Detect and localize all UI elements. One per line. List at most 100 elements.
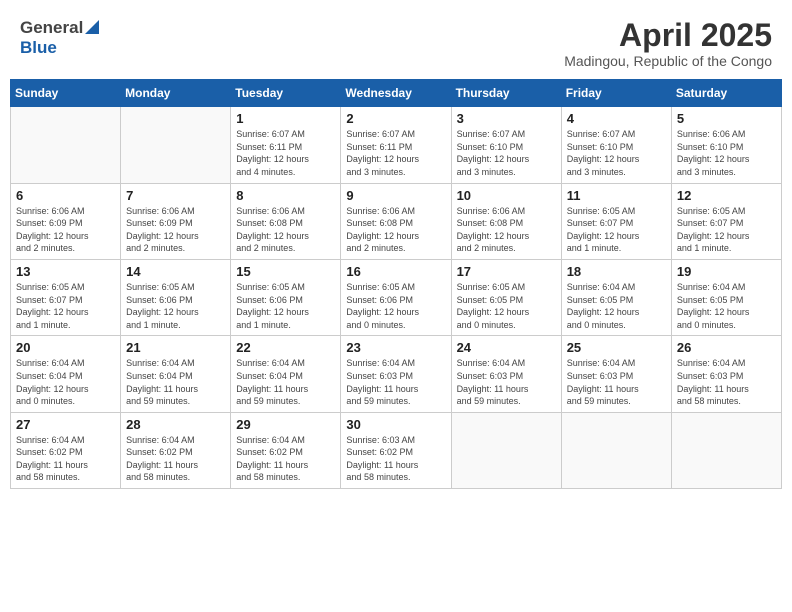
month-title: April 2025 bbox=[564, 18, 772, 53]
calendar-day-cell: 6 Sunrise: 6:06 AM Sunset: 6:09 PM Daylig… bbox=[11, 183, 121, 259]
calendar-week-row: 27 Sunrise: 6:04 AM Sunset: 6:02 PM Dayli… bbox=[11, 412, 782, 488]
calendar-day-cell: 14 Sunrise: 6:05 AM Sunset: 6:06 PM Dayli… bbox=[121, 259, 231, 335]
day-info: Sunrise: 6:04 AM Sunset: 6:03 PM Dayligh… bbox=[677, 357, 776, 407]
day-info: Sunrise: 6:06 AM Sunset: 6:09 PM Dayligh… bbox=[126, 205, 225, 255]
calendar-day-cell: 12Sunrise: 6:05 AM Sunset: 6:07 PM Dayli… bbox=[671, 183, 781, 259]
calendar-day-cell: 24Sunrise: 6:04 AM Sunset: 6:03 PM Dayli… bbox=[451, 336, 561, 412]
weekday-header-row: SundayMondayTuesdayWednesdayThursdayFrid… bbox=[11, 80, 782, 107]
day-info: Sunrise: 6:03 AM Sunset: 6:02 PM Dayligh… bbox=[346, 434, 445, 484]
day-info: Sunrise: 6:05 AM Sunset: 6:07 PM Dayligh… bbox=[677, 205, 776, 255]
calendar-week-row: 20 Sunrise: 6:04 AM Sunset: 6:04 PM Dayli… bbox=[11, 336, 782, 412]
weekday-header-saturday: Saturday bbox=[671, 80, 781, 107]
day-number: 8 bbox=[236, 188, 335, 203]
calendar-day-cell bbox=[121, 107, 231, 183]
calendar-day-cell: 9 Sunrise: 6:06 AM Sunset: 6:08 PM Daylig… bbox=[341, 183, 451, 259]
weekday-header-monday: Monday bbox=[121, 80, 231, 107]
calendar-day-cell: 27 Sunrise: 6:04 AM Sunset: 6:02 PM Dayli… bbox=[11, 412, 121, 488]
day-number: 14 bbox=[126, 264, 225, 279]
calendar-day-cell: 28 Sunrise: 6:04 AM Sunset: 6:02 PM Dayli… bbox=[121, 412, 231, 488]
calendar-day-cell bbox=[451, 412, 561, 488]
day-info: Sunrise: 6:04 AM Sunset: 6:04 PM Dayligh… bbox=[126, 357, 225, 407]
day-info: Sunrise: 6:05 AM Sunset: 6:07 PM Dayligh… bbox=[16, 281, 115, 331]
calendar-day-cell: 23Sunrise: 6:04 AM Sunset: 6:03 PM Dayli… bbox=[341, 336, 451, 412]
logo: General Blue bbox=[20, 18, 99, 58]
calendar-day-cell: 29 Sunrise: 6:04 AM Sunset: 6:02 PM Dayli… bbox=[231, 412, 341, 488]
calendar-day-cell: 4Sunrise: 6:07 AM Sunset: 6:10 PM Daylig… bbox=[561, 107, 671, 183]
day-number: 9 bbox=[346, 188, 445, 203]
day-number: 3 bbox=[457, 111, 556, 126]
calendar-day-cell: 26 Sunrise: 6:04 AM Sunset: 6:03 PM Dayli… bbox=[671, 336, 781, 412]
day-number: 28 bbox=[126, 417, 225, 432]
day-info: Sunrise: 6:04 AM Sunset: 6:02 PM Dayligh… bbox=[236, 434, 335, 484]
day-info: Sunrise: 6:07 AM Sunset: 6:11 PM Dayligh… bbox=[346, 128, 445, 178]
day-number: 20 bbox=[16, 340, 115, 355]
day-number: 17 bbox=[457, 264, 556, 279]
day-info: Sunrise: 6:05 AM Sunset: 6:06 PM Dayligh… bbox=[346, 281, 445, 331]
calendar-day-cell: 11 Sunrise: 6:05 AM Sunset: 6:07 PM Dayli… bbox=[561, 183, 671, 259]
calendar-week-row: 6 Sunrise: 6:06 AM Sunset: 6:09 PM Daylig… bbox=[11, 183, 782, 259]
day-info: Sunrise: 6:05 AM Sunset: 6:06 PM Dayligh… bbox=[236, 281, 335, 331]
calendar-day-cell: 15 Sunrise: 6:05 AM Sunset: 6:06 PM Dayli… bbox=[231, 259, 341, 335]
day-info: Sunrise: 6:07 AM Sunset: 6:11 PM Dayligh… bbox=[236, 128, 335, 178]
title-area: April 2025 Madingou, Republic of the Con… bbox=[564, 18, 772, 69]
day-info: Sunrise: 6:04 AM Sunset: 6:03 PM Dayligh… bbox=[567, 357, 666, 407]
location: Madingou, Republic of the Congo bbox=[564, 53, 772, 69]
day-number: 25 bbox=[567, 340, 666, 355]
day-number: 26 bbox=[677, 340, 776, 355]
logo-blue: Blue bbox=[20, 38, 57, 58]
calendar-day-cell bbox=[671, 412, 781, 488]
day-number: 11 bbox=[567, 188, 666, 203]
day-number: 5 bbox=[677, 111, 776, 126]
day-info: Sunrise: 6:04 AM Sunset: 6:02 PM Dayligh… bbox=[126, 434, 225, 484]
calendar-day-cell: 8 Sunrise: 6:06 AM Sunset: 6:08 PM Daylig… bbox=[231, 183, 341, 259]
day-number: 23 bbox=[346, 340, 445, 355]
calendar-table: SundayMondayTuesdayWednesdayThursdayFrid… bbox=[10, 79, 782, 489]
calendar-day-cell: 21Sunrise: 6:04 AM Sunset: 6:04 PM Dayli… bbox=[121, 336, 231, 412]
calendar-day-cell: 19Sunrise: 6:04 AM Sunset: 6:05 PM Dayli… bbox=[671, 259, 781, 335]
day-info: Sunrise: 6:04 AM Sunset: 6:04 PM Dayligh… bbox=[16, 357, 115, 407]
day-info: Sunrise: 6:07 AM Sunset: 6:10 PM Dayligh… bbox=[457, 128, 556, 178]
day-number: 10 bbox=[457, 188, 556, 203]
weekday-header-sunday: Sunday bbox=[11, 80, 121, 107]
day-number: 13 bbox=[16, 264, 115, 279]
weekday-header-thursday: Thursday bbox=[451, 80, 561, 107]
day-info: Sunrise: 6:05 AM Sunset: 6:06 PM Dayligh… bbox=[126, 281, 225, 331]
day-info: Sunrise: 6:04 AM Sunset: 6:05 PM Dayligh… bbox=[567, 281, 666, 331]
day-number: 15 bbox=[236, 264, 335, 279]
day-info: Sunrise: 6:06 AM Sunset: 6:08 PM Dayligh… bbox=[346, 205, 445, 255]
calendar-day-cell: 22 Sunrise: 6:04 AM Sunset: 6:04 PM Dayli… bbox=[231, 336, 341, 412]
day-number: 4 bbox=[567, 111, 666, 126]
day-number: 18 bbox=[567, 264, 666, 279]
day-info: Sunrise: 6:04 AM Sunset: 6:02 PM Dayligh… bbox=[16, 434, 115, 484]
calendar-day-cell: 5 Sunrise: 6:06 AM Sunset: 6:10 PM Daylig… bbox=[671, 107, 781, 183]
day-info: Sunrise: 6:06 AM Sunset: 6:08 PM Dayligh… bbox=[236, 205, 335, 255]
calendar-day-cell: 13 Sunrise: 6:05 AM Sunset: 6:07 PM Dayli… bbox=[11, 259, 121, 335]
day-info: Sunrise: 6:06 AM Sunset: 6:09 PM Dayligh… bbox=[16, 205, 115, 255]
weekday-header-wednesday: Wednesday bbox=[341, 80, 451, 107]
calendar-week-row: 1 Sunrise: 6:07 AM Sunset: 6:11 PM Daylig… bbox=[11, 107, 782, 183]
day-info: Sunrise: 6:04 AM Sunset: 6:05 PM Dayligh… bbox=[677, 281, 776, 331]
day-number: 29 bbox=[236, 417, 335, 432]
calendar-week-row: 13 Sunrise: 6:05 AM Sunset: 6:07 PM Dayli… bbox=[11, 259, 782, 335]
day-number: 1 bbox=[236, 111, 335, 126]
day-number: 30 bbox=[346, 417, 445, 432]
day-number: 24 bbox=[457, 340, 556, 355]
day-info: Sunrise: 6:04 AM Sunset: 6:04 PM Dayligh… bbox=[236, 357, 335, 407]
calendar-day-cell: 18 Sunrise: 6:04 AM Sunset: 6:05 PM Dayli… bbox=[561, 259, 671, 335]
weekday-header-tuesday: Tuesday bbox=[231, 80, 341, 107]
calendar-day-cell bbox=[561, 412, 671, 488]
logo-general: General bbox=[20, 18, 83, 38]
day-number: 6 bbox=[16, 188, 115, 203]
calendar-day-cell: 3 Sunrise: 6:07 AM Sunset: 6:10 PM Daylig… bbox=[451, 107, 561, 183]
calendar-day-cell bbox=[11, 107, 121, 183]
calendar-day-cell: 17Sunrise: 6:05 AM Sunset: 6:05 PM Dayli… bbox=[451, 259, 561, 335]
calendar-day-cell: 25 Sunrise: 6:04 AM Sunset: 6:03 PM Dayli… bbox=[561, 336, 671, 412]
day-number: 16 bbox=[346, 264, 445, 279]
day-info: Sunrise: 6:05 AM Sunset: 6:07 PM Dayligh… bbox=[567, 205, 666, 255]
day-number: 22 bbox=[236, 340, 335, 355]
calendar-day-cell: 16 Sunrise: 6:05 AM Sunset: 6:06 PM Dayli… bbox=[341, 259, 451, 335]
calendar-day-cell: 20 Sunrise: 6:04 AM Sunset: 6:04 PM Dayli… bbox=[11, 336, 121, 412]
day-number: 27 bbox=[16, 417, 115, 432]
day-info: Sunrise: 6:06 AM Sunset: 6:10 PM Dayligh… bbox=[677, 128, 776, 178]
page-header: General Blue April 2025 Madingou, Republ… bbox=[10, 10, 782, 73]
